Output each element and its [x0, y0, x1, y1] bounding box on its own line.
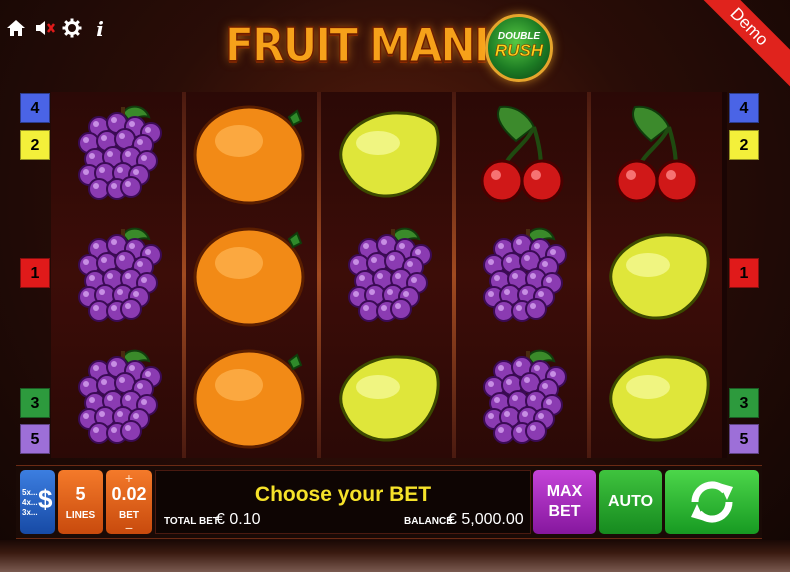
- dollar-icon: $: [38, 484, 53, 514]
- spin-arrows-icon: [691, 481, 733, 523]
- orange-symbol: [186, 92, 317, 214]
- gamble-info-button[interactable]: 5x... 4x... 3x... $: [20, 470, 55, 534]
- payline-marker-2[interactable]: 2: [729, 130, 759, 160]
- grapes-symbol: [51, 336, 182, 458]
- max-bet-line1: MAX: [546, 483, 583, 500]
- cherries-symbol: [456, 92, 587, 214]
- lemon-symbol: [321, 92, 452, 214]
- bet-value: 0.02: [111, 484, 147, 504]
- badge-bottom-text: RUSH: [494, 41, 544, 61]
- multiplier-item: 4x...: [22, 498, 38, 507]
- payline-marker-5[interactable]: 5: [20, 424, 50, 454]
- status-message: Choose your BET: [254, 483, 432, 506]
- orange-symbol: [186, 336, 317, 458]
- payline-marker-1[interactable]: 1: [729, 258, 759, 288]
- total-bet-label: TOTAL BET: [164, 516, 219, 527]
- payline-marker-4[interactable]: 4: [20, 93, 50, 123]
- max-bet-button[interactable]: MAX BET: [533, 470, 596, 534]
- demo-ribbon: Demo: [686, 0, 790, 90]
- muted-speaker-icon[interactable]: [34, 18, 55, 40]
- lines-label: LINES: [65, 510, 96, 521]
- cherries-symbol: [591, 92, 722, 214]
- balance-label: BALANCE: [404, 516, 453, 527]
- floor-decoration: [0, 540, 790, 572]
- grapes-symbol: [321, 214, 452, 336]
- game-logo: FRUIT MANIA DOUBLE RUSH: [224, 14, 555, 82]
- info-icon[interactable]: i: [90, 18, 110, 40]
- lemon-symbol: [321, 336, 452, 458]
- double-rush-badge: DOUBLE RUSH: [485, 14, 553, 82]
- multiplier-item: 5x...: [22, 488, 38, 497]
- grapes-symbol: [456, 336, 587, 458]
- reel-1: [51, 92, 182, 458]
- logo-title: FRUIT MANIA: [224, 17, 521, 73]
- grapes-symbol: [456, 214, 587, 336]
- orange-symbol: [186, 214, 317, 336]
- grapes-symbol: [51, 92, 182, 214]
- lemon-symbol: [591, 214, 722, 336]
- payline-marker-3[interactable]: 3: [729, 388, 759, 418]
- payline-marker-1[interactable]: 1: [20, 258, 50, 288]
- home-icon[interactable]: [6, 18, 26, 40]
- total-bet-value: € 0.10: [216, 511, 261, 528]
- reel-5: [591, 92, 722, 458]
- bet-stepper[interactable]: + 0.02 BET −: [106, 470, 152, 536]
- reel-4: [456, 92, 587, 458]
- reel-3: [321, 92, 452, 458]
- info-panel: Choose your BET TOTAL BET € 0.10 BALANCE…: [155, 470, 531, 534]
- balance-value: € 5,000.00: [448, 511, 524, 528]
- control-bar: 5x... 4x... 3x... $ 5 LINES + 0.02 BET −…: [16, 465, 762, 539]
- max-bet-line2: BET: [548, 503, 581, 520]
- payline-marker-5[interactable]: 5: [729, 424, 759, 454]
- multiplier-item: 3x...: [22, 508, 38, 517]
- reels-area: [51, 92, 727, 458]
- bet-decrease-button[interactable]: −: [106, 520, 152, 536]
- lemon-symbol: [591, 336, 722, 458]
- grapes-symbol: [51, 214, 182, 336]
- lines-value: 5: [75, 484, 86, 504]
- payline-marker-4[interactable]: 4: [729, 93, 759, 123]
- reel-2: [186, 92, 317, 458]
- gear-icon[interactable]: [62, 18, 82, 40]
- multiplier-list: 5x... 4x... 3x...: [22, 488, 38, 518]
- auto-play-button[interactable]: AUTO: [599, 470, 662, 534]
- top-icons: i: [6, 18, 110, 40]
- lines-button[interactable]: 5 LINES: [58, 470, 103, 534]
- payline-marker-2[interactable]: 2: [20, 130, 50, 160]
- spin-button[interactable]: [665, 470, 759, 534]
- payline-marker-3[interactable]: 3: [20, 388, 50, 418]
- top-bar: i FRUIT MANIA DOUBLE RUSH Demo: [0, 0, 790, 90]
